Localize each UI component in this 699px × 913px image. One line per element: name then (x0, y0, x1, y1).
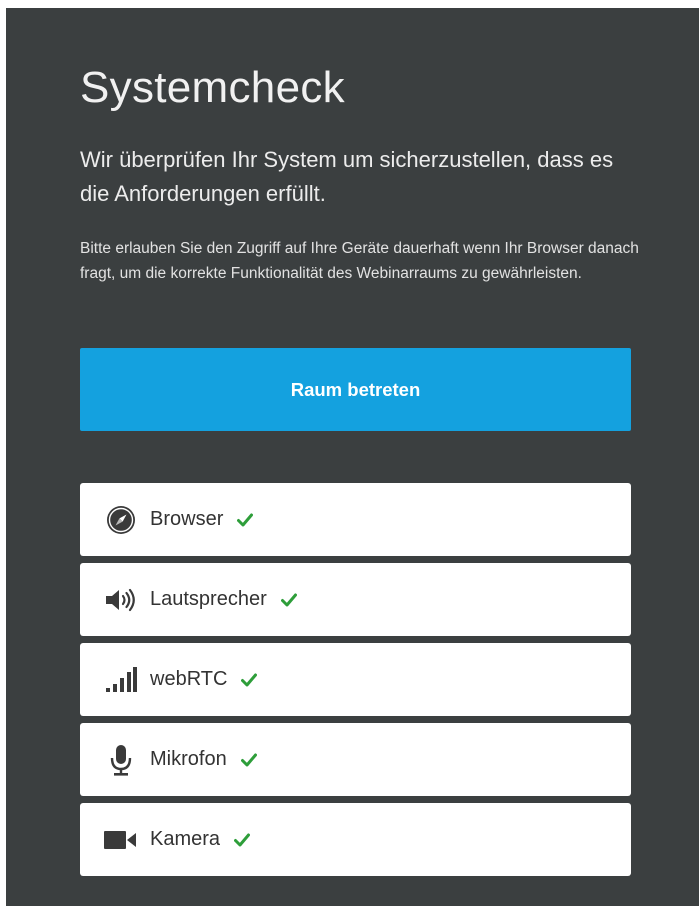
page-subtitle: Wir überprüfen Ihr System um sicherzuste… (80, 147, 614, 206)
enter-room-button[interactable]: Raum betreten (80, 348, 631, 431)
system-check-list: Browser Lautsprecher webRTC Mikrofon Kam… (80, 483, 631, 883)
checkmark-icon (241, 672, 258, 688)
check-item-webrtc: webRTC (80, 643, 631, 716)
microphone-icon (102, 744, 140, 776)
checkmark-icon (280, 592, 297, 608)
speaker-icon (102, 584, 140, 616)
permission-note: Bitte erlauben Sie den Zugriff auf Ihre … (80, 240, 639, 282)
compass-icon (102, 504, 140, 536)
check-item-microphone: Mikrofon (80, 723, 631, 796)
check-label: Kamera (150, 828, 221, 850)
check-label: Mikrofon (150, 748, 227, 770)
checkmark-icon (240, 752, 257, 768)
check-label: Lautsprecher (150, 588, 267, 610)
check-label: Browser (150, 508, 224, 530)
signal-bars-icon (102, 664, 140, 696)
checkmark-icon (234, 832, 251, 848)
page-title: Systemcheck (80, 63, 345, 112)
check-item-camera: Kamera (80, 803, 631, 876)
checkmark-icon (237, 512, 254, 528)
check-item-speaker: Lautsprecher (80, 563, 631, 636)
check-item-browser: Browser (80, 483, 631, 556)
systemcheck-panel: Systemcheck Wir überprüfen Ihr System um… (6, 8, 699, 906)
check-label: webRTC (150, 668, 228, 690)
video-camera-icon (102, 824, 140, 856)
